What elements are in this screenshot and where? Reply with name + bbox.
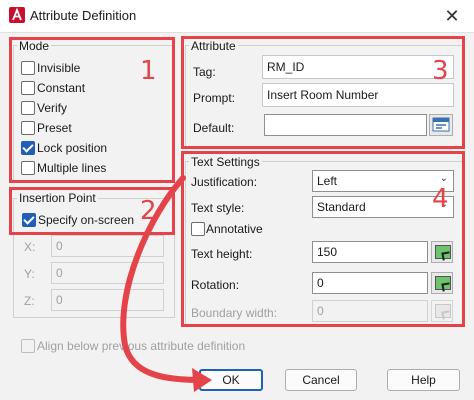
red-arrow-annotation xyxy=(120,175,212,392)
arrow-curve xyxy=(120,175,203,383)
arrow-head xyxy=(192,368,212,392)
